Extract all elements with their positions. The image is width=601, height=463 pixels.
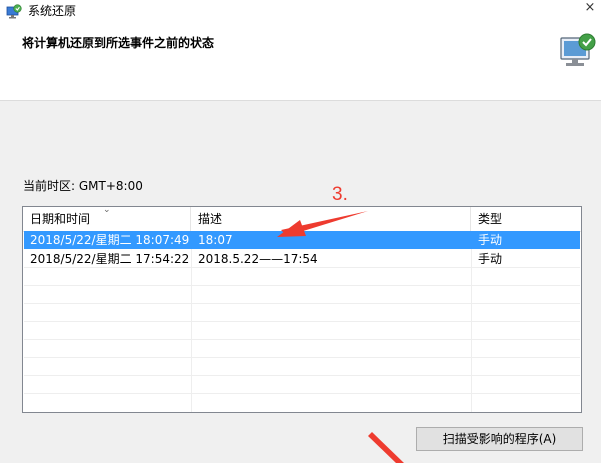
row-divider bbox=[24, 357, 580, 358]
cell-description: 2018.5.22——17:54 bbox=[198, 252, 318, 266]
window-title: 系统还原 bbox=[28, 4, 77, 18]
row-divider bbox=[24, 393, 580, 394]
page-heading: 将计算机还原到所选事件之前的状态 bbox=[22, 36, 215, 50]
system-restore-window: 系统还原 × 将计算机还原到所选事件之前的状态 当前时区: GMT+8:00 ⌄… bbox=[0, 0, 601, 463]
header-panel: 系统还原 × 将计算机还原到所选事件之前的状态 bbox=[0, 0, 601, 101]
annotation-arrow-icon bbox=[368, 432, 404, 463]
column-header-datetime[interactable]: ⌄ 日期和时间 bbox=[23, 207, 191, 231]
column-header-description[interactable]: 描述 bbox=[191, 207, 471, 231]
row-divider bbox=[24, 321, 580, 322]
cell-datetime: 2018/5/22/星期二 18:07:49 bbox=[30, 233, 190, 247]
row-divider bbox=[24, 375, 580, 376]
row-divider bbox=[24, 339, 580, 340]
restore-point-list[interactable]: ⌄ 日期和时间 描述 类型 2018/5/22/星期二 18:07:49 18:… bbox=[22, 206, 582, 413]
system-restore-icon bbox=[6, 4, 22, 19]
column-header-label: 日期和时间 bbox=[30, 212, 91, 226]
table-row-selected[interactable]: 2018/5/22/星期二 18:07:49 18:07 手动 bbox=[24, 231, 580, 249]
close-icon[interactable]: × bbox=[583, 0, 597, 16]
row-divider bbox=[24, 303, 580, 304]
row-divider bbox=[24, 285, 580, 286]
cell-type: 手动 bbox=[478, 233, 503, 247]
list-header: ⌄ 日期和时间 描述 类型 bbox=[23, 207, 581, 232]
cell-type: 手动 bbox=[478, 252, 503, 266]
computer-restore-icon bbox=[560, 33, 596, 66]
timezone-label: 当前时区: GMT+8:00 bbox=[23, 179, 143, 193]
column-header-label: 类型 bbox=[478, 212, 503, 226]
cell-description: 18:07 bbox=[198, 233, 233, 247]
column-header-type[interactable]: 类型 bbox=[471, 207, 581, 231]
cell-datetime: 2018/5/22/星期二 17:54:22 bbox=[30, 252, 190, 266]
scan-affected-programs-button[interactable]: 扫描受影响的程序(A) bbox=[416, 427, 583, 451]
column-header-label: 描述 bbox=[198, 212, 223, 226]
table-row[interactable]: 2018/5/22/星期二 17:54:22 2018.5.22——17:54 … bbox=[24, 250, 580, 268]
annotation-step-number: 3. bbox=[332, 184, 348, 205]
sort-chevron-icon: ⌄ bbox=[103, 206, 111, 215]
